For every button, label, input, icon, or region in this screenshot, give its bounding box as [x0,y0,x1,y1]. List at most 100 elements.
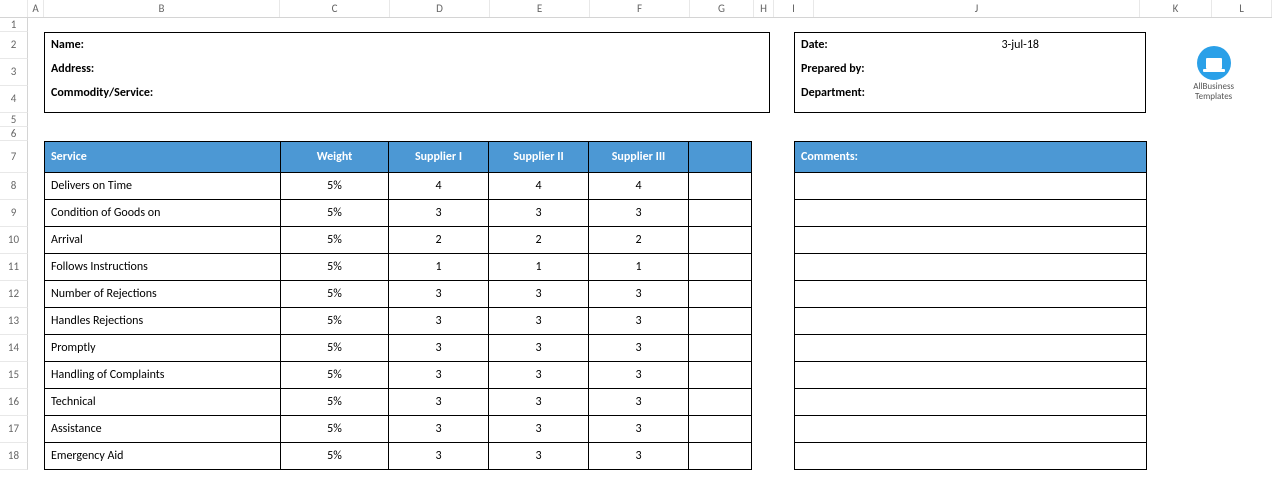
col-header-g[interactable]: G [690,0,754,17]
col-header-b[interactable]: B [44,0,280,17]
cell-extra[interactable] [689,389,752,416]
cell-s3[interactable]: 1 [589,254,689,281]
cell-service[interactable]: Number of Rejections [45,281,281,308]
cell-s1[interactable]: 1 [389,254,489,281]
cell-s2[interactable]: 2 [489,227,589,254]
cell-s2[interactable]: 1 [489,254,589,281]
cell-weight[interactable]: 5% [281,362,389,389]
cell-s2[interactable]: 3 [489,308,589,335]
table-row[interactable] [795,173,1147,200]
table-row[interactable]: Handling of Complaints5%333 [45,362,752,389]
cell-extra[interactable] [689,335,752,362]
cell-s2[interactable]: 3 [489,389,589,416]
cell-service[interactable]: Handling of Complaints [45,362,281,389]
table-row[interactable]: Handles Rejections5%333 [45,308,752,335]
table-row[interactable]: Number of Rejections5%333 [45,281,752,308]
th-comments[interactable]: Comments: [795,142,1147,173]
cell-s3[interactable]: 3 [589,362,689,389]
row-header-3[interactable]: 3 [0,59,28,86]
table-row[interactable]: Arrival5%222 [45,227,752,254]
cell-s1[interactable]: 3 [389,335,489,362]
table-row[interactable]: Emergency Aid5%333 [45,443,752,470]
table-row[interactable] [795,362,1147,389]
th-service[interactable]: Service [45,142,281,173]
cell-weight[interactable]: 5% [281,227,389,254]
col-header-d[interactable]: D [390,0,490,17]
logo-allbusiness[interactable]: AllBusiness Templates [1193,46,1234,102]
cell-s1[interactable]: 3 [389,416,489,443]
cell-service[interactable]: Condition of Goods on [45,200,281,227]
table-row[interactable] [795,254,1147,281]
cell-service[interactable]: Delivers on Time [45,173,281,200]
table-row[interactable] [795,308,1147,335]
cell-comment[interactable] [795,173,1147,200]
cell-extra[interactable] [689,281,752,308]
col-header-c[interactable]: C [280,0,390,17]
cell-extra[interactable] [689,254,752,281]
cell-extra[interactable] [689,227,752,254]
cell-s2[interactable]: 3 [489,281,589,308]
cell-s2[interactable]: 4 [489,173,589,200]
cell-comment[interactable] [795,200,1147,227]
col-header-i[interactable]: I [774,0,814,17]
cell-weight[interactable]: 5% [281,443,389,470]
row-header-16[interactable]: 16 [0,389,28,416]
cell-service[interactable]: Handles Rejections [45,308,281,335]
col-header-k[interactable]: K [1140,0,1212,17]
cell-s1[interactable]: 3 [389,200,489,227]
cell-weight[interactable]: 5% [281,335,389,362]
cell-s1[interactable]: 3 [389,362,489,389]
table-row[interactable] [795,389,1147,416]
row-header-12[interactable]: 12 [0,281,28,308]
row-header-10[interactable]: 10 [0,227,28,254]
cell-extra[interactable] [689,308,752,335]
row-header-6[interactable]: 6 [0,127,28,141]
col-header-a[interactable]: A [28,0,44,17]
cell-s3[interactable]: 3 [589,389,689,416]
table-row[interactable]: Follows Instructions5%111 [45,254,752,281]
cell-weight[interactable]: 5% [281,389,389,416]
cell-s3[interactable]: 2 [589,227,689,254]
table-row[interactable] [795,335,1147,362]
cell-s2[interactable]: 3 [489,362,589,389]
cell-comment[interactable] [795,416,1147,443]
row-header-2[interactable]: 2 [0,32,28,59]
cell-s2[interactable]: 3 [489,335,589,362]
row-header-18[interactable]: 18 [0,443,28,470]
row-header-13[interactable]: 13 [0,308,28,335]
row-header-5[interactable]: 5 [0,113,28,127]
cell-service[interactable]: Promptly [45,335,281,362]
table-row[interactable]: Assistance5%333 [45,416,752,443]
row-header-17[interactable]: 17 [0,416,28,443]
cell-s1[interactable]: 2 [389,227,489,254]
col-header-e[interactable]: E [490,0,590,17]
col-header-j[interactable]: J [814,0,1140,17]
th-supplier2[interactable]: Supplier II [489,142,589,173]
cell-service[interactable]: Assistance [45,416,281,443]
cell-s1[interactable]: 3 [389,281,489,308]
table-row[interactable]: Technical5%333 [45,389,752,416]
cell-extra[interactable] [689,200,752,227]
cell-weight[interactable]: 5% [281,254,389,281]
cell-weight[interactable]: 5% [281,308,389,335]
row-header-4[interactable]: 4 [0,86,28,113]
cell-s2[interactable]: 3 [489,443,589,470]
table-row[interactable]: Promptly5%333 [45,335,752,362]
cell-extra[interactable] [689,416,752,443]
table-row[interactable]: Delivers on Time5%444 [45,173,752,200]
corner-cell[interactable] [0,0,28,17]
row-header-15[interactable]: 15 [0,362,28,389]
cell-comment[interactable] [795,254,1147,281]
row-header-11[interactable]: 11 [0,254,28,281]
table-row[interactable] [795,416,1147,443]
cell-comment[interactable] [795,281,1147,308]
th-extra[interactable] [689,142,752,173]
row-header-8[interactable]: 8 [0,173,28,200]
cell-service[interactable]: Arrival [45,227,281,254]
col-header-h[interactable]: H [754,0,774,17]
cell-weight[interactable]: 5% [281,173,389,200]
th-weight[interactable]: Weight [281,142,389,173]
cell-s3[interactable]: 3 [589,416,689,443]
cell-service[interactable]: Follows Instructions [45,254,281,281]
cell-comment[interactable] [795,362,1147,389]
